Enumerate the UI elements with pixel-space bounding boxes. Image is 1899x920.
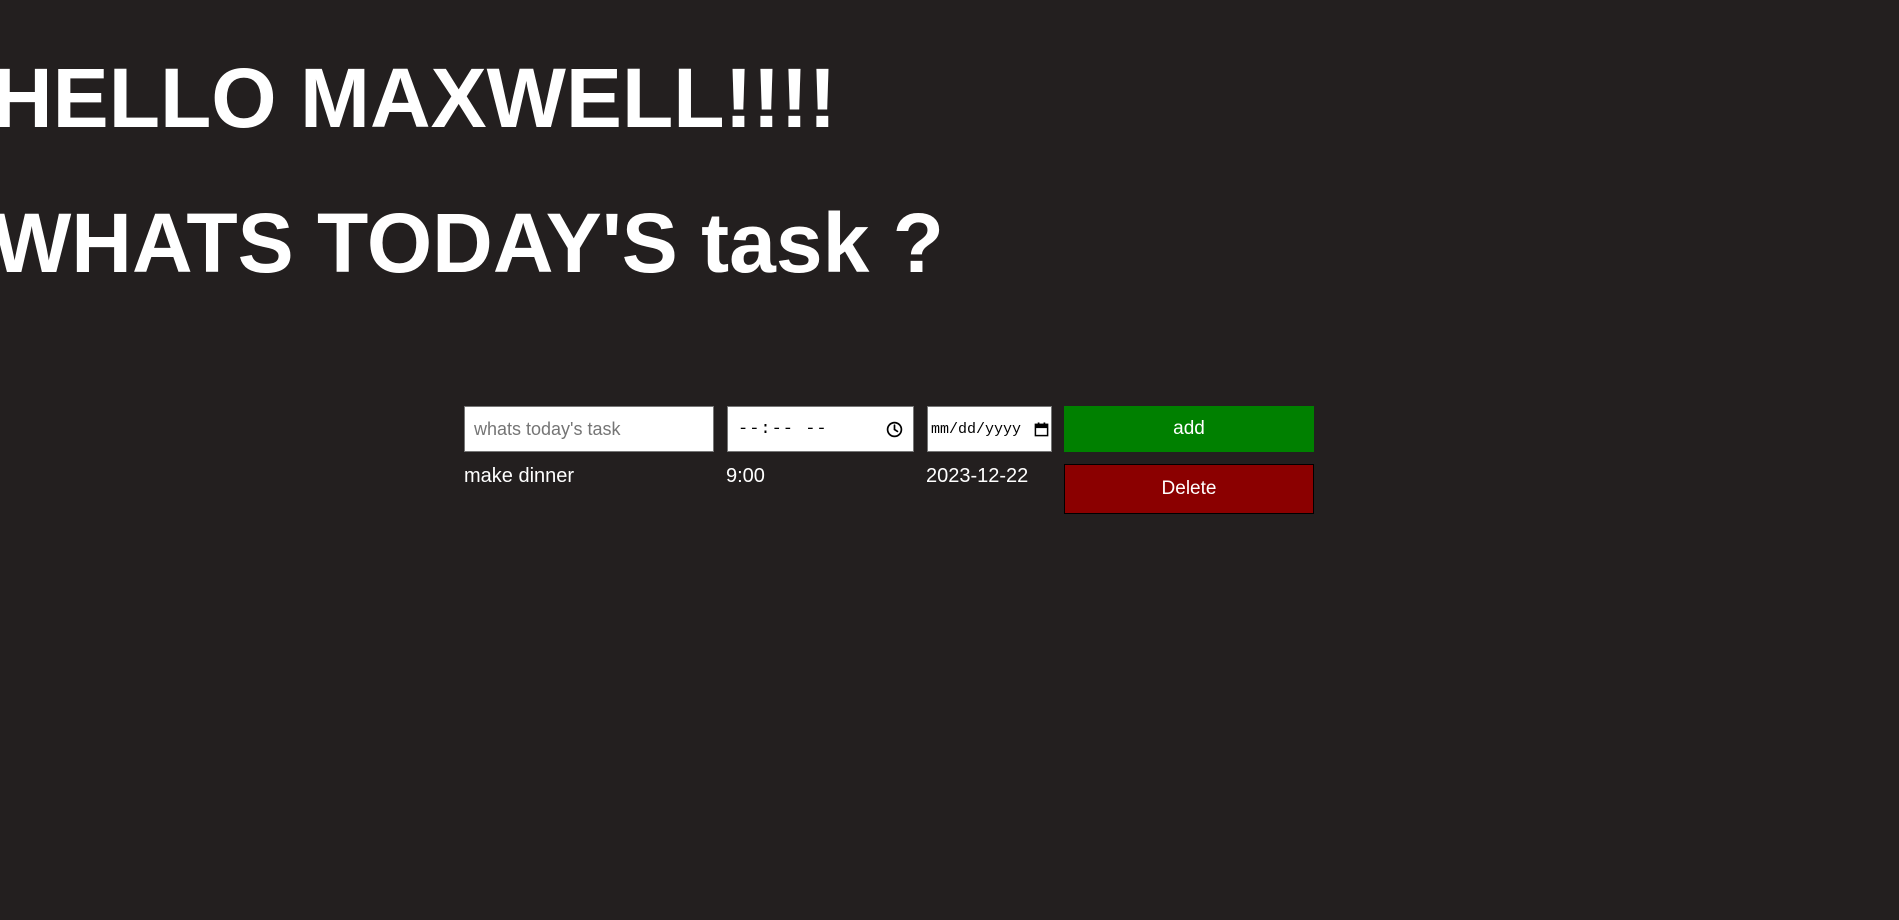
date-placeholder: mm/dd/yyyy bbox=[931, 420, 1022, 438]
calendar-icon[interactable] bbox=[1034, 421, 1049, 437]
time-input[interactable]: --:-- -- bbox=[727, 406, 914, 452]
date-input[interactable]: mm/dd/yyyy bbox=[927, 406, 1052, 452]
greeting-heading: HELLO MAXWELL!!!! bbox=[0, 51, 837, 145]
task-name: make dinner bbox=[464, 465, 575, 487]
clock-icon[interactable] bbox=[886, 421, 903, 438]
todo-page: HELLO MAXWELL!!!! WHATS TODAY'S task ? -… bbox=[0, 0, 1899, 920]
question-heading: WHATS TODAY'S task ? bbox=[0, 196, 944, 290]
delete-button[interactable]: Delete bbox=[1064, 464, 1314, 514]
time-placeholder: --:-- -- bbox=[738, 419, 828, 439]
add-button[interactable]: add bbox=[1064, 406, 1314, 452]
task-time: 9:00 bbox=[726, 465, 765, 487]
task-date: 2023-12-22 bbox=[926, 465, 1029, 487]
task-input[interactable] bbox=[464, 406, 714, 452]
